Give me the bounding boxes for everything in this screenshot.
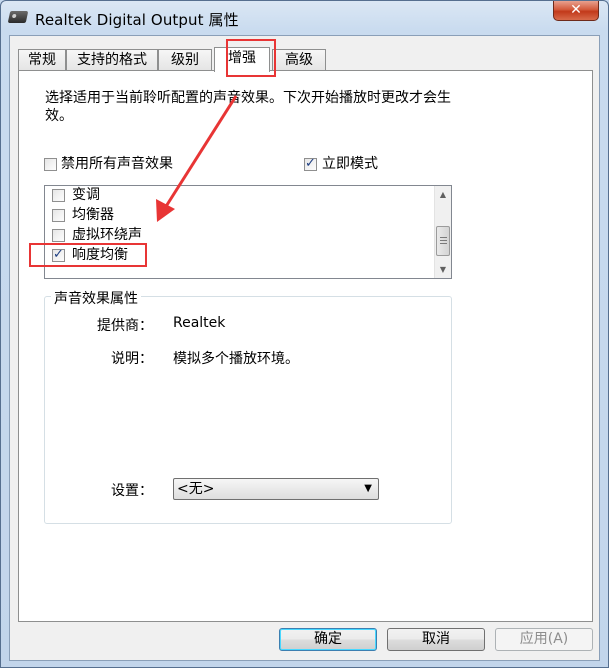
annotation-arrow-icon xyxy=(156,95,238,222)
